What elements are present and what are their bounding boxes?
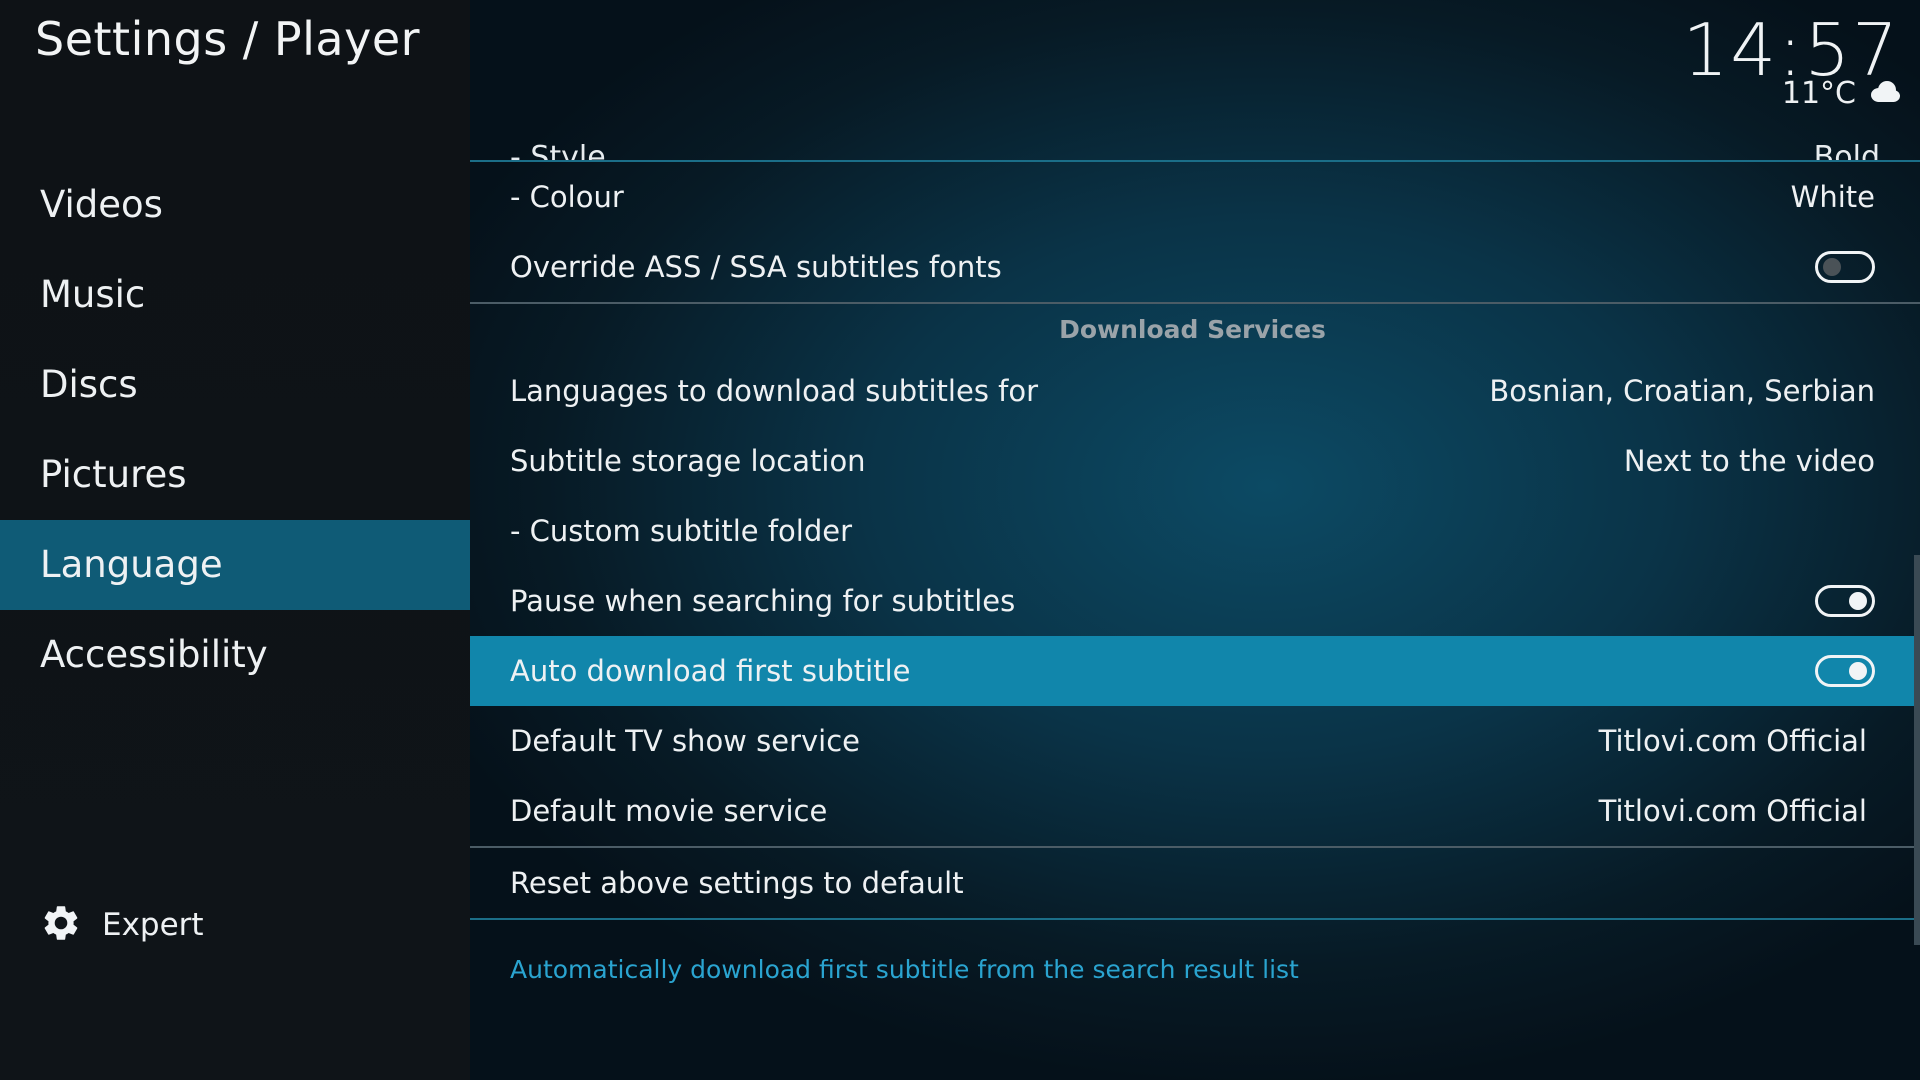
setting-label: Subtitle storage location bbox=[510, 444, 866, 478]
setting-row-tv-service[interactable]: Default TV show service Titlovi.com Offi… bbox=[470, 706, 1915, 776]
setting-row-style-partial[interactable]: - Style Bold bbox=[470, 130, 1920, 160]
setting-value: Bold bbox=[1813, 140, 1880, 160]
sidebar-item-videos[interactable]: Videos bbox=[0, 160, 470, 250]
setting-row-custom-folder[interactable]: - Custom subtitle folder bbox=[470, 496, 1915, 566]
temperature: 11°C bbox=[1781, 76, 1856, 111]
section-header: Download Services bbox=[1059, 315, 1326, 344]
expert-label: Expert bbox=[102, 907, 204, 943]
setting-row-movie-service[interactable]: Default movie service Titlovi.com Offici… bbox=[470, 776, 1915, 846]
page-title: Settings / Player bbox=[35, 12, 421, 66]
setting-label: Pause when searching for subtitles bbox=[510, 584, 1016, 618]
kodi-settings-window: Settings / Player Videos Music Discs Pic… bbox=[0, 0, 1920, 1080]
setting-label: Default TV show service bbox=[510, 724, 860, 758]
weather-info: 11°C bbox=[1782, 76, 1900, 111]
settings-list: - Colour White Override ASS / SSA subtit… bbox=[470, 162, 1920, 920]
setting-label: - Colour bbox=[510, 180, 624, 214]
setting-value: Titlovi.com Official bbox=[1598, 794, 1867, 828]
list-bottom-divider bbox=[470, 918, 1920, 920]
cloud-icon bbox=[1856, 76, 1900, 111]
setting-label: - Style bbox=[510, 140, 606, 160]
setting-row-colour[interactable]: - Colour White bbox=[470, 162, 1915, 232]
setting-label: Auto download first subtitle bbox=[510, 654, 911, 688]
settings-panel: 14:57 11°C - Style Bold - Colour White O… bbox=[470, 0, 1920, 1080]
setting-row-pause-searching[interactable]: Pause when searching for subtitles bbox=[470, 566, 1915, 636]
setting-label: - Custom subtitle folder bbox=[510, 514, 852, 548]
setting-value: Titlovi.com Official bbox=[1598, 724, 1867, 758]
setting-row-storage-location[interactable]: Subtitle storage location Next to the vi… bbox=[470, 426, 1915, 496]
setting-label: Languages to download subtitles for bbox=[510, 374, 1039, 408]
setting-label: Override ASS / SSA subtitles fonts bbox=[510, 250, 1002, 284]
sidebar-item-language[interactable]: Language bbox=[0, 520, 470, 610]
setting-description: Automatically download first subtitle fr… bbox=[510, 955, 1299, 984]
setting-row-override-fonts[interactable]: Override ASS / SSA subtitles fonts bbox=[470, 232, 1915, 302]
setting-value: Bosnian, Croatian, Serbian bbox=[1489, 374, 1875, 408]
setting-value: Next to the video bbox=[1623, 444, 1875, 478]
gear-icon bbox=[40, 902, 82, 948]
scrollbar[interactable] bbox=[1914, 555, 1920, 945]
toggle-on[interactable] bbox=[1815, 585, 1875, 617]
setting-label: Reset above settings to default bbox=[510, 866, 964, 900]
setting-label: Default movie service bbox=[510, 794, 828, 828]
reset-settings-button[interactable]: Reset above settings to default bbox=[470, 848, 1915, 918]
toggle-off[interactable] bbox=[1815, 251, 1875, 283]
setting-value: White bbox=[1790, 180, 1875, 214]
sidebar: Settings / Player Videos Music Discs Pic… bbox=[0, 0, 470, 1080]
sidebar-item-accessibility[interactable]: Accessibility bbox=[0, 610, 470, 700]
sidebar-item-discs[interactable]: Discs bbox=[0, 340, 470, 430]
setting-row-auto-download[interactable]: Auto download first subtitle bbox=[470, 636, 1915, 706]
toggle-on[interactable] bbox=[1815, 655, 1875, 687]
sidebar-item-pictures[interactable]: Pictures bbox=[0, 430, 470, 520]
expert-level-button[interactable]: Expert bbox=[40, 900, 204, 950]
sidebar-item-music[interactable]: Music bbox=[0, 250, 470, 340]
category-nav: Videos Music Discs Pictures Language Acc… bbox=[0, 160, 470, 700]
setting-row-languages[interactable]: Languages to download subtitles for Bosn… bbox=[470, 356, 1915, 426]
